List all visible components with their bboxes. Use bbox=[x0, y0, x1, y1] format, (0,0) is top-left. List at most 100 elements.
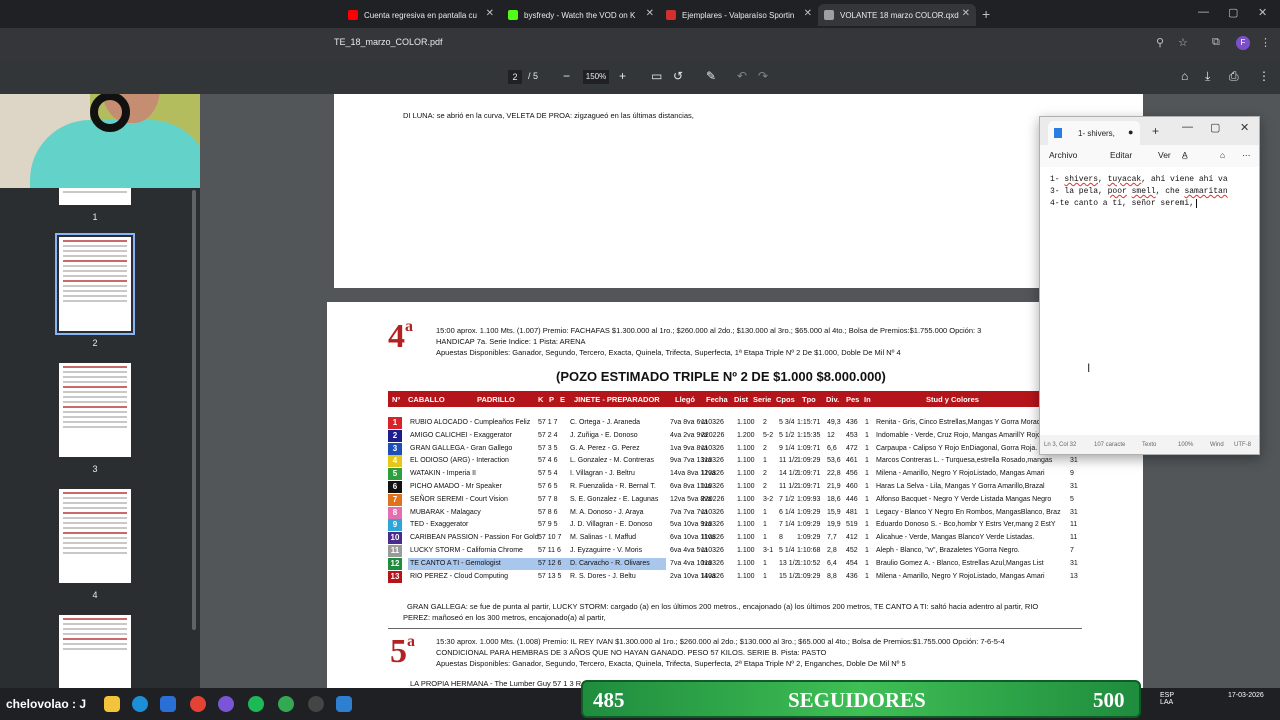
cell-in: 1 bbox=[865, 444, 869, 452]
streamer-shirt bbox=[30, 120, 210, 188]
format-icon[interactable]: A̲ bbox=[1182, 150, 1188, 160]
spotify-icon[interactable] bbox=[248, 696, 264, 712]
table-row: 13 RIO PEREZ - Cloud Computing 57 13 5 R. S… bbox=[388, 570, 1088, 584]
cell-cpos: 11 1/2 bbox=[779, 457, 798, 465]
close-icon[interactable]: ✕ bbox=[486, 8, 494, 19]
new-tab-icon[interactable]: + bbox=[982, 6, 990, 22]
cell-dist: 1.100 bbox=[737, 547, 755, 554]
cell-dist: 1.100 bbox=[737, 508, 755, 516]
cell-kpe: 57 9 5 bbox=[538, 521, 558, 529]
store-icon[interactable] bbox=[160, 696, 176, 712]
cell-dist: 1.100 bbox=[737, 457, 755, 465]
page-thumbnail-5[interactable] bbox=[59, 615, 131, 688]
zoom-in-icon[interactable]: + bbox=[619, 69, 626, 83]
kick-icon bbox=[508, 10, 518, 20]
menu-dots-icon[interactable]: ⋮ bbox=[1260, 36, 1271, 49]
cell-in: 1 bbox=[865, 521, 869, 529]
extensions-icon[interactable]: ⧉ bbox=[1212, 36, 1220, 49]
cell-fecha: 110326 bbox=[701, 508, 724, 516]
menu-editar[interactable]: Editar bbox=[1110, 150, 1132, 160]
horse-number-badge: 3 bbox=[388, 442, 402, 455]
page-thumbnail-3[interactable] bbox=[59, 363, 131, 457]
page-total: / 5 bbox=[528, 71, 539, 81]
cell-fecha: 110326 bbox=[701, 572, 724, 580]
file-explorer-icon[interactable] bbox=[104, 696, 120, 712]
language-indicator[interactable]: ESP LAA bbox=[1160, 692, 1174, 706]
page-thumbnail-4[interactable] bbox=[59, 489, 131, 583]
draw-icon[interactable]: ✎ bbox=[706, 69, 716, 83]
cell-dist: 1.100 bbox=[737, 521, 755, 529]
cell-pes: 446 bbox=[846, 495, 858, 503]
zoom-icon[interactable]: ⚲ bbox=[1156, 36, 1164, 49]
maximize-icon[interactable]: ▢ bbox=[1210, 121, 1220, 134]
zoom-level[interactable]: 150% bbox=[583, 70, 609, 84]
bookmark-star-icon[interactable]: ☆ bbox=[1178, 36, 1188, 49]
cell-in: 1 bbox=[865, 470, 869, 478]
unsaved-dot-icon[interactable]: ● bbox=[1128, 127, 1133, 137]
close-icon[interactable]: ✕ bbox=[804, 8, 812, 19]
cell-stud: Braulio Gomez A. - Blanco, Estrellas Azu… bbox=[876, 559, 1044, 567]
menu-archivo[interactable]: Archivo bbox=[1049, 150, 1077, 160]
minimize-icon[interactable]: — bbox=[1182, 121, 1193, 133]
cell-div: 19,9 bbox=[827, 521, 841, 529]
browser-tab-3[interactable]: Ejemplares - Valparaíso Sportin ✕ bbox=[660, 4, 818, 26]
notepad-text-area[interactable]: 1- shivers, tuyacak, ahí viene ahí va 3-… bbox=[1040, 167, 1259, 435]
race-4-line1: 15:00 aprox. 1.100 Mts. (1.007) Premio: … bbox=[436, 326, 982, 335]
close-icon[interactable]: ✕ bbox=[962, 8, 970, 19]
copilot-icon[interactable]: ⌂ bbox=[1220, 150, 1225, 160]
cell-cpos: 5 3/4 bbox=[779, 419, 795, 426]
cell-dist: 1.200 bbox=[737, 431, 755, 439]
redo-icon[interactable]: ↷ bbox=[758, 69, 768, 83]
page-number-input[interactable]: 2 bbox=[508, 70, 522, 84]
close-window-icon[interactable]: ✕ bbox=[1258, 6, 1267, 19]
cell-fecha: 220226 bbox=[701, 495, 725, 503]
minimize-icon[interactable]: — bbox=[1198, 6, 1209, 18]
sidebar-scrollbar[interactable] bbox=[192, 190, 196, 630]
undo-icon[interactable]: ↶ bbox=[737, 69, 747, 83]
page-thumbnail-2[interactable] bbox=[59, 237, 131, 331]
race-4-notes-line1: GRAN GALLEGA: se fue de punta al partir,… bbox=[407, 602, 1039, 611]
browser-tab-1[interactable]: Cuenta regresiva en pantalla cu ✕ bbox=[342, 4, 500, 26]
notepad-tab[interactable]: 1- shivers, ● bbox=[1048, 121, 1140, 145]
cell-dist: 1.100 bbox=[737, 470, 755, 478]
followers-label: SEGUIDORES bbox=[788, 688, 926, 712]
table-row: 3 GRAN GALLEGA - Gran Gallego 57 3 5 G. A. … bbox=[388, 442, 1088, 456]
chrome-icon[interactable] bbox=[190, 696, 206, 712]
cell-caballo: LUCKY STORM - California Chrome bbox=[410, 547, 523, 554]
more-options-icon[interactable]: ⋮ bbox=[1258, 69, 1270, 83]
cell-serie: 1 bbox=[763, 457, 767, 465]
cell-caballo: CARIBEAN PASSION - Passion For Gold bbox=[410, 534, 539, 542]
print-icon[interactable]: ⎙ bbox=[1229, 69, 1239, 84]
clock[interactable]: 17-03-2026 bbox=[1228, 692, 1264, 699]
download-icon[interactable]: ⤓ bbox=[1205, 69, 1210, 84]
cell-cpos: 7 1/2 bbox=[779, 495, 795, 503]
cell-pes: 519 bbox=[846, 521, 858, 529]
close-icon[interactable]: ✕ bbox=[646, 8, 654, 19]
maximize-icon[interactable]: ▢ bbox=[1228, 6, 1238, 19]
rotate-icon[interactable]: ↺ bbox=[673, 69, 683, 83]
zoom-out-icon[interactable]: − bbox=[563, 69, 570, 83]
cell-stud: Legacy - Blanco Y Negro En Rombos, Manga… bbox=[876, 508, 1061, 516]
profile-avatar[interactable]: F bbox=[1236, 36, 1250, 50]
discord-icon[interactable] bbox=[218, 696, 234, 712]
text-line: 1- shivers, tuyacak, ahí viene ahí va bbox=[1050, 175, 1228, 184]
menu-ver[interactable]: Ver bbox=[1158, 150, 1171, 160]
cell-jinete: R. Fuenzalida - R. Bernal T. bbox=[570, 483, 656, 490]
close-icon[interactable]: ✕ bbox=[1240, 121, 1249, 134]
notepad-taskbar-icon[interactable] bbox=[336, 696, 352, 712]
edge-icon[interactable] bbox=[132, 696, 148, 712]
cell-dist: 1.100 bbox=[737, 495, 755, 503]
browser-tab-2[interactable]: bysfredy - Watch the VOD on K ✕ bbox=[502, 4, 660, 26]
cell-serie: 2 bbox=[763, 419, 767, 426]
cell-caballo: MUBARAK - Malagacy bbox=[410, 508, 481, 516]
url-text[interactable]: TE_18_marzo_COLOR.pdf bbox=[334, 37, 443, 47]
obs-icon[interactable] bbox=[308, 696, 324, 712]
more-options-icon[interactable]: ⋯ bbox=[1242, 150, 1251, 161]
chrome-alt-icon[interactable] bbox=[278, 696, 294, 712]
page-thumbnail-1[interactable] bbox=[59, 188, 131, 205]
cell-stud: Milena - Amarillo, Negro Y RojoListado, … bbox=[876, 572, 1045, 580]
new-tab-icon[interactable]: + bbox=[1152, 124, 1159, 138]
save-drive-icon[interactable]: ⌂ bbox=[1181, 69, 1188, 83]
browser-tab-4[interactable]: VOLANTE 18 marzo COLOR.qxd ✕ bbox=[818, 4, 976, 26]
fit-page-icon[interactable]: ▭ bbox=[651, 69, 662, 83]
